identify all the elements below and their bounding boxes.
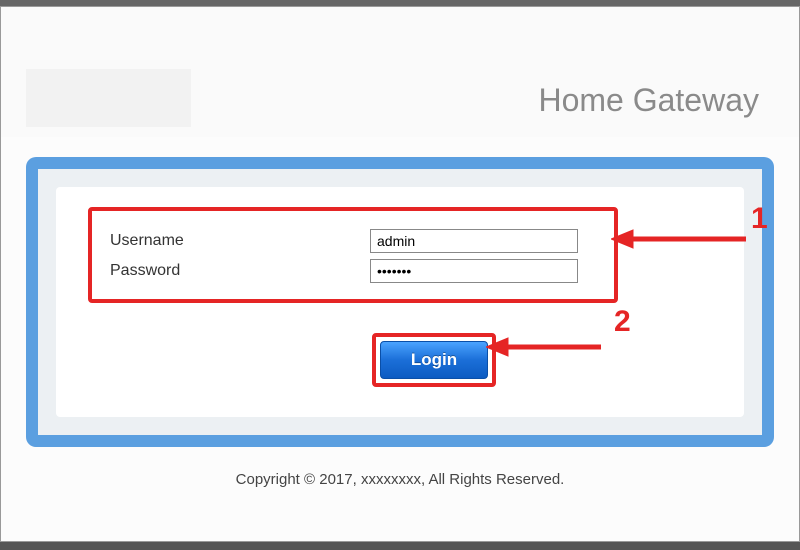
header-placeholder [26,69,191,127]
button-row: Login [86,333,714,387]
arrow-left-icon [486,335,606,359]
arrow-step2 [486,335,606,364]
footer-text: Copyright © 2017, xxxxxxxx, All Rights R… [1,471,799,488]
username-label: Username [110,232,370,250]
login-highlight: Login [372,333,496,387]
page-title: Home Gateway [538,82,759,119]
credentials-highlight: Username Password [88,207,618,303]
annotation-step1: 1 [751,202,768,236]
username-row: Username [110,229,596,253]
login-form: Username Password Login 1 [56,187,744,417]
password-row: Password [110,259,596,283]
login-button[interactable]: Login [380,341,488,379]
arrow-left-icon [611,227,751,251]
password-input[interactable] [370,259,578,283]
header: Home Gateway [1,7,799,137]
username-input[interactable] [370,229,578,253]
arrow-step1 [611,227,751,256]
annotation-step2: 2 [614,305,631,339]
login-panel: Username Password Login 1 [26,157,774,447]
page-container: HanoiMobile Home Gateway Username Passwo… [0,6,800,542]
password-label: Password [110,262,370,280]
